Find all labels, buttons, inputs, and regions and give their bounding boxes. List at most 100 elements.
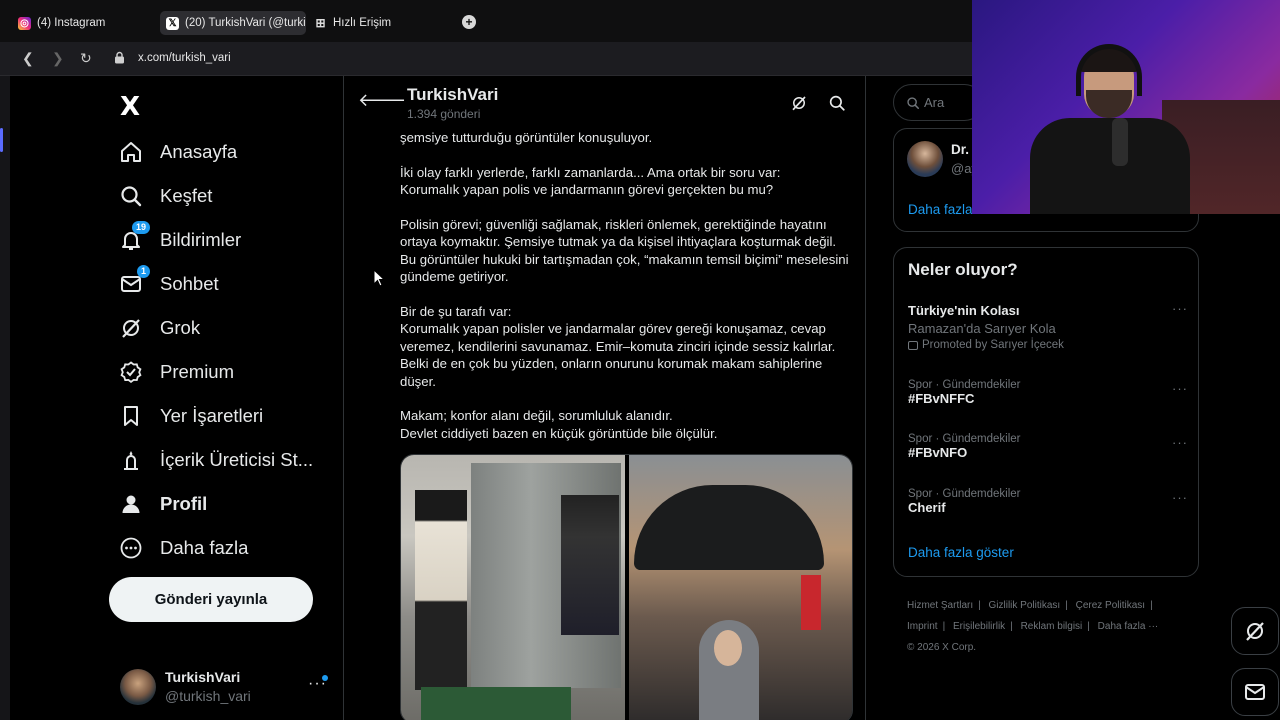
- media-photo-umbrella[interactable]: [629, 455, 852, 720]
- photo-mat: [421, 687, 571, 720]
- account-name: TurkishVari: [165, 669, 241, 685]
- tweet-paragraph: Makam; konfor alanı değil, sorumluluk al…: [400, 408, 718, 441]
- headphones-icon: [1076, 44, 1142, 96]
- post-button[interactable]: Gönderi yayınla: [109, 577, 313, 622]
- footer-link-cookies[interactable]: Çerez Politikası: [1076, 600, 1145, 611]
- tweet-paragraph: İki olay farklı yerlerde, farklı zamanla…: [400, 164, 781, 198]
- sidebar-item-label: Grok: [160, 317, 201, 338]
- side-rail-indicator: [0, 128, 3, 152]
- trend-name: #FBvNFO: [908, 445, 968, 460]
- messages-floating-button[interactable]: [1231, 668, 1279, 716]
- grok-icon: [1246, 622, 1264, 641]
- sidebar-item-explore[interactable]: Keşfet: [118, 181, 212, 211]
- footer-link-terms[interactable]: Hizmet Şartları: [907, 600, 973, 611]
- profile-icon: [118, 491, 144, 517]
- browser-side-rail: [0, 76, 10, 720]
- tab-quick-access[interactable]: ⊞ Hızlı Erişim: [308, 11, 418, 35]
- sidebar-item-label: Anasayfa: [160, 141, 238, 162]
- sidebar-item-home[interactable]: Anasayfa: [118, 137, 237, 167]
- footer-link-more[interactable]: Daha fazla ···: [1098, 621, 1159, 632]
- back-arrow-icon[interactable]: ❮: [22, 50, 34, 67]
- trends-panel: Neler oluyor? Türkiye'nin Kolası Ramazan…: [893, 247, 1199, 577]
- webcam-overlay: [972, 0, 1280, 214]
- trend-category: Spor · Gündemdekiler: [908, 488, 1021, 500]
- grok-floating-button[interactable]: [1231, 607, 1279, 655]
- photo-umbrella: [634, 485, 824, 570]
- grok-icon[interactable]: [790, 94, 808, 112]
- search-input[interactable]: Ara: [893, 84, 983, 121]
- url-field[interactable]: x.com/turkish_vari: [138, 52, 231, 64]
- account-switcher[interactable]: TurkishVari @turkish_vari ···: [118, 665, 330, 709]
- sidebar-item-profile[interactable]: Profil: [118, 489, 207, 519]
- sidebar-item-label: Profil: [160, 493, 208, 514]
- mouse-cursor-icon: [373, 269, 385, 287]
- sidebar-item-creator-studio[interactable]: İçerik Üreticisi St...: [118, 445, 313, 475]
- trend-category: Spor · Gündemdekiler: [908, 379, 1021, 391]
- new-tab-button[interactable]: +: [462, 15, 476, 29]
- more-dots-icon[interactable]: ···: [1172, 301, 1188, 316]
- screen: ◎ (4) Instagram 𝕏 (20) TurkishVari (@tur…: [0, 0, 1280, 720]
- forward-arrow-icon[interactable]: ❯: [52, 50, 64, 67]
- sidebar-item-bookmarks[interactable]: Yer İşaretleri: [118, 401, 263, 431]
- address-bar: ❮ ❯ ↻ x.com/turkish_vari: [0, 42, 972, 76]
- grid-icon: ⊞: [315, 16, 326, 30]
- media-photo-doorway[interactable]: [401, 455, 625, 720]
- home-icon: [118, 139, 144, 165]
- search-placeholder: Ara: [924, 95, 945, 110]
- sidebar-item-premium[interactable]: Premium: [118, 357, 234, 387]
- footer-separator: |: [942, 621, 946, 632]
- more-dots-icon[interactable]: ···: [1172, 435, 1188, 450]
- trend-item[interactable]: Spor · Gündemdekiler Cherif ···: [908, 488, 1188, 515]
- trend-item[interactable]: Spor · Gündemdekiler #FBvNFO ···: [908, 433, 1188, 460]
- tweet-text: şemsiye tutturduğu görüntüler konuşuluyo…: [400, 129, 855, 460]
- sidebar-item-label: Keşfet: [160, 185, 213, 206]
- x-icon: 𝕏: [166, 16, 179, 30]
- profile-header: 🡐 TurkishVari 1.394 gönderi: [344, 76, 865, 128]
- back-arrow-icon[interactable]: 🡐: [358, 90, 406, 111]
- trend-item[interactable]: Türkiye'nin Kolası Ramazan'da Sarıyer Ko…: [908, 301, 1188, 351]
- footer-separator: |: [1065, 600, 1068, 611]
- trend-item[interactable]: Spor · Gündemdekiler #FBvNFFC ···: [908, 379, 1188, 406]
- tab-label: (20) TurkishVari (@turkish: [185, 17, 306, 29]
- sidebar-item-label: İçerik Üreticisi St...: [160, 449, 314, 470]
- photo-person: [415, 490, 467, 690]
- avatar[interactable]: [907, 141, 943, 177]
- footer-link-accessibility[interactable]: Erişilebilirlik: [953, 621, 1005, 632]
- trend-subtitle: Ramazan'da Sarıyer Kola: [908, 321, 1056, 336]
- search-icon: [907, 97, 920, 110]
- trend-name: #FBvNFFC: [908, 391, 975, 406]
- bookmark-icon: [118, 403, 144, 429]
- x-logo-icon[interactable]: X: [120, 92, 140, 122]
- creator-icon: [118, 447, 144, 473]
- sidebar-item-more[interactable]: Daha fazla: [118, 533, 248, 563]
- show-more-trends-link[interactable]: Daha fazla göster: [908, 545, 1014, 560]
- bell-icon: 19: [118, 221, 150, 253]
- footer-separator: |: [978, 600, 981, 611]
- footer-link-imprint[interactable]: Imprint: [907, 621, 938, 632]
- mail-icon: [1245, 684, 1265, 700]
- photo-flag: [801, 575, 821, 630]
- footer-link-privacy[interactable]: Gizlilik Politikası: [989, 600, 1061, 611]
- notification-badge: 19: [131, 221, 150, 234]
- show-more-link[interactable]: Daha fazla: [908, 202, 973, 217]
- sidebar-item-chat[interactable]: 1 Sohbet: [118, 265, 219, 299]
- tab-label: Hızlı Erişim: [333, 17, 392, 29]
- sidebar-item-notifications[interactable]: 19 Bildirimler: [118, 221, 241, 255]
- sidebar-item-grok[interactable]: Grok: [118, 313, 200, 343]
- microphone-icon: [1112, 118, 1128, 166]
- more-dots-icon[interactable]: ···: [1172, 490, 1188, 505]
- tweet-media[interactable]: [400, 454, 853, 720]
- tab-instagram[interactable]: ◎ (4) Instagram: [12, 11, 152, 35]
- more-dots-icon[interactable]: ···: [1172, 381, 1188, 396]
- reload-icon[interactable]: ↻: [80, 50, 92, 67]
- photo-face: [714, 630, 742, 666]
- trends-title: Neler oluyor?: [908, 260, 1018, 279]
- search-icon: [118, 183, 144, 209]
- footer-links: Hizmet Şartları | Gizlilik Politikası | Çe…: [907, 595, 1197, 658]
- footer-link-ads-info[interactable]: Reklam bilgisi: [1021, 621, 1083, 632]
- search-icon[interactable]: [828, 94, 846, 112]
- footer-separator: |: [1010, 621, 1013, 632]
- tab-turkishvari[interactable]: 𝕏 (20) TurkishVari (@turkish: [160, 11, 306, 35]
- promoted-text: Promoted by Sarıyer İçecek: [922, 339, 1064, 351]
- suggested-account-name[interactable]: Dr.: [951, 142, 969, 157]
